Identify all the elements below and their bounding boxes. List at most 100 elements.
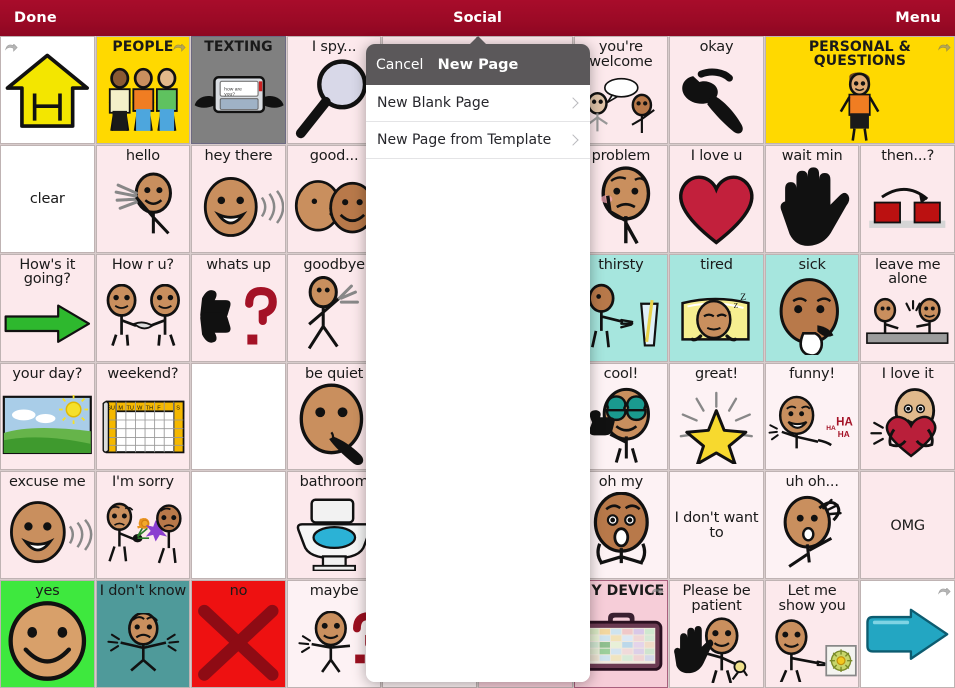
grid-cell-clear[interactable]: clear — [0, 144, 95, 253]
grid-cell-i-love-u[interactable]: I love u — [669, 144, 764, 253]
smiley-icon — [2, 599, 93, 686]
cancel-button[interactable]: Cancel — [376, 57, 423, 73]
grid-cell-i-love-it[interactable]: I love it — [860, 362, 955, 471]
cell-label: How's it going? — [19, 256, 76, 288]
grid-cell-i-dont-know[interactable]: I don't know — [95, 580, 191, 688]
grid-cell-then[interactable]: then...? — [860, 144, 955, 253]
grid-cell-great[interactable]: great! — [669, 362, 764, 471]
cell-label: your day? — [12, 365, 83, 382]
svg-text:TH: TH — [145, 405, 152, 411]
chevron-right-icon — [567, 134, 579, 146]
grid-cell-hey-there[interactable]: hey there — [191, 144, 286, 253]
grid-cell-omg[interactable]: OMG — [860, 471, 955, 580]
cell-label: uh oh... — [785, 474, 839, 491]
popover-arrow — [469, 36, 487, 45]
cell-label: weekend? — [107, 365, 179, 382]
sick-face-icon — [767, 272, 858, 359]
svg-text:TU: TU — [126, 405, 133, 411]
grid-cell-wait-min[interactable]: wait min — [764, 144, 860, 253]
page-title: Social — [453, 10, 502, 26]
cell-label: TEXTING — [204, 39, 273, 55]
cell-label: okay — [699, 39, 734, 55]
grid-cell-weekend[interactable]: weekend? SU M TU W TH F S — [95, 362, 191, 471]
sequence-icon — [862, 164, 953, 251]
boy-icon — [767, 69, 953, 142]
grid-cell-okay[interactable]: okay — [669, 36, 764, 144]
smiling-face-speaking-icon — [193, 164, 284, 251]
landscape-icon — [2, 381, 93, 468]
shrugging-icon — [98, 599, 189, 686]
grid-cell-let-me-show-you[interactable]: Let me show you — [764, 580, 860, 688]
svg-text:M: M — [118, 405, 123, 411]
grid-cell-tired[interactable]: tired Z Z z — [669, 253, 764, 362]
cell-label: I'm sorry — [111, 474, 174, 491]
thumbs-question-icon — [193, 272, 284, 359]
chevron-right-icon — [567, 97, 579, 109]
grid-cell-im-sorry[interactable]: I'm sorry — [95, 471, 191, 580]
done-button[interactable]: Done — [14, 10, 57, 26]
heart-icon — [671, 164, 762, 251]
cell-label: I don't know — [99, 583, 187, 600]
popover-body: New Blank Page New Page from Template — [366, 85, 590, 682]
cell-label: yes — [35, 583, 60, 600]
grid-cell-home[interactable] — [0, 36, 95, 144]
cell-label: no — [229, 583, 248, 600]
next-arrow-icon — [862, 583, 953, 686]
grid-cell-excuse-me[interactable]: excuse me — [0, 471, 95, 580]
grid-cell-blank-r4c3[interactable] — [191, 362, 286, 471]
green-arrow-icon — [2, 287, 93, 359]
menu-button[interactable]: Menu — [895, 10, 941, 26]
aac-board-screen: Done Social Menu PEOPLE TEXTING how are y… — [0, 0, 955, 688]
cell-label: excuse me — [9, 474, 86, 491]
grid-cell-how-r-u[interactable]: How r u? — [95, 253, 191, 362]
grid-cell-next-page[interactable] — [860, 580, 955, 688]
grid-cell-blank-r5c3[interactable] — [191, 471, 286, 580]
link-shortcut-icon — [937, 39, 951, 52]
cell-label: sick — [798, 256, 826, 273]
top-toolbar: Done Social Menu — [0, 0, 955, 36]
svg-text:F: F — [157, 405, 161, 411]
svg-text:W: W — [137, 405, 143, 411]
svg-text:how are: how are — [224, 87, 242, 93]
red-x-icon — [193, 599, 284, 686]
svg-text:HA: HA — [838, 429, 850, 438]
grid-cell-sick[interactable]: sick — [764, 253, 860, 362]
grid-cell-no[interactable]: no — [191, 580, 286, 688]
menu-item-new-blank-page[interactable]: New Blank Page — [366, 85, 590, 122]
people-icon — [98, 54, 189, 142]
worried-head-icon — [767, 490, 858, 577]
grid-cell-please-be-patient[interactable]: Please be patient — [669, 580, 764, 688]
grid-cell-texting[interactable]: TEXTING how are you? — [191, 36, 286, 144]
cell-label: great! — [695, 365, 738, 382]
grid-cell-i-dont-want-to[interactable]: I don't want to — [669, 471, 764, 580]
sleeping-icon: Z Z z — [671, 272, 762, 359]
new-page-popover: Cancel New Page New Blank Page New Page … — [366, 44, 590, 682]
menu-item-new-page-from-template[interactable]: New Page from Template — [366, 122, 590, 159]
grid-cell-whats-up[interactable]: whats up — [191, 253, 286, 362]
grid-cell-leave-me-alone[interactable]: leave me alone — [860, 253, 955, 362]
laughing-icon: HA HA HA — [767, 381, 858, 468]
grid-cell-funny[interactable]: funny! HA HA HA — [764, 362, 860, 471]
grid-cell-uh-oh[interactable]: uh oh... — [764, 471, 860, 580]
handshake-icon — [98, 272, 189, 359]
cell-label: leave me alone — [874, 256, 941, 288]
grid-cell-yes[interactable]: yes — [0, 580, 95, 688]
link-shortcut-icon — [4, 39, 18, 52]
grid-cell-hows-it-going[interactable]: How's it going? — [0, 253, 95, 362]
grid-cell-hello[interactable]: hello — [95, 144, 191, 253]
grid-cell-personal-questions[interactable]: PERSONAL & QUESTIONS — [764, 36, 955, 144]
house-icon — [2, 39, 93, 142]
speaking-face-icon — [2, 490, 93, 577]
texting-icon: how are you? — [193, 54, 284, 142]
grid-cell-people[interactable]: PEOPLE — [95, 36, 191, 144]
cell-label: I don't want to — [674, 510, 759, 542]
star-icon — [671, 381, 762, 468]
menu-item-label: New Page from Template — [377, 132, 552, 148]
cell-label: then...? — [881, 147, 935, 164]
grid-cell-your-day[interactable]: your day? — [0, 362, 95, 471]
popover-header: Cancel New Page — [366, 44, 590, 85]
svg-text:Z: Z — [740, 291, 746, 302]
waving-person-icon — [98, 164, 189, 251]
cell-label: I love it — [881, 365, 934, 382]
svg-text:you?: you? — [224, 92, 235, 98]
